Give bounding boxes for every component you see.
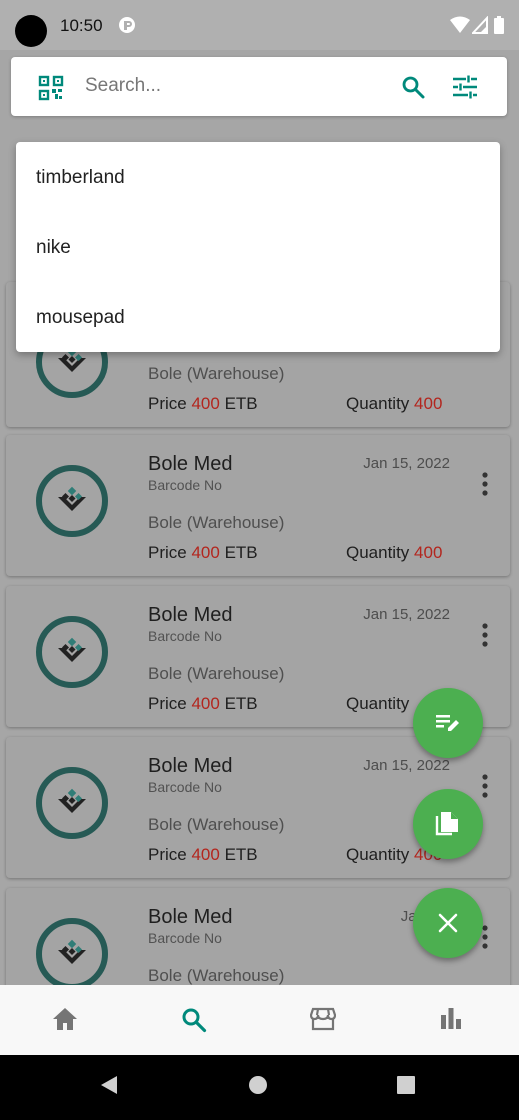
system-navigation <box>0 1055 519 1120</box>
nav-stats[interactable] <box>387 985 516 1055</box>
product-date: Jan 15, 2022 <box>363 757 450 774</box>
price-label: Price <box>148 845 187 864</box>
product-barcode: Barcode No <box>148 930 222 946</box>
more-options-icon[interactable] <box>478 773 492 799</box>
price-currency: ETB <box>224 845 258 864</box>
status-bar: 10:50 <box>0 0 519 50</box>
filter-icon[interactable] <box>452 75 478 99</box>
price-value: 400 <box>191 394 220 413</box>
bottom-navigation <box>0 985 519 1055</box>
product-location: Bole (Warehouse) <box>148 364 285 383</box>
quantity-value: 400 <box>414 394 443 413</box>
suggestion-item[interactable]: timberland <box>36 167 125 189</box>
brand-logo-icon <box>58 939 86 964</box>
qr-scan-icon[interactable] <box>38 75 64 101</box>
product-location: Bole (Warehouse) <box>148 513 285 532</box>
product-location: Bole (Warehouse) <box>148 815 285 834</box>
product-name: Bole Med <box>148 453 233 475</box>
search-icon[interactable] <box>401 75 425 99</box>
quantity-label: Quantity <box>346 845 410 864</box>
product-date: Jan 15, 2022 <box>363 455 450 472</box>
brand-logo-icon <box>58 788 86 813</box>
brand-logo-icon <box>58 486 86 511</box>
nav-home[interactable] <box>0 985 129 1055</box>
bar-chart-icon <box>441 1008 461 1029</box>
product-card[interactable]: Bole Med Barcode No Jan 15, 2022 Bole (Ware… <box>6 435 510 576</box>
more-options-icon[interactable] <box>478 471 492 497</box>
price-currency: ETB <box>224 694 258 713</box>
home-icon <box>53 1008 77 1030</box>
quantity-value: 400 <box>414 543 443 562</box>
product-quantity: Quantity <box>346 694 409 714</box>
brand-logo-icon <box>58 637 86 662</box>
product-name: Bole Med <box>148 906 233 928</box>
product-name: Bole Med <box>148 755 233 777</box>
product-location: Bole (Warehouse) <box>148 966 285 985</box>
product-location: Bole (Warehouse) <box>148 664 285 683</box>
nav-store[interactable] <box>258 985 387 1055</box>
price-value: 400 <box>191 694 220 713</box>
price-currency: ETB <box>224 543 258 562</box>
copy-icon <box>435 812 458 836</box>
search-icon <box>182 1008 207 1033</box>
product-logo <box>36 918 108 985</box>
suggestion-item[interactable]: nike <box>36 237 71 259</box>
product-price: Price 400 ETB <box>148 543 258 563</box>
notification-app-icon <box>119 17 135 33</box>
close-fab[interactable] <box>413 888 483 958</box>
price-value: 400 <box>191 543 220 562</box>
more-options-icon[interactable] <box>478 622 492 648</box>
product-price: Price 400 ETB <box>148 694 258 714</box>
edit-note-fab[interactable] <box>413 688 483 758</box>
quantity-label: Quantity <box>346 543 410 562</box>
main-screen: Bole (Warehouse) Price 400 ETB Quantity 40… <box>0 50 519 985</box>
price-value: 400 <box>191 845 220 864</box>
product-logo <box>36 616 108 688</box>
camera-cutout <box>15 15 47 47</box>
product-quantity: Quantity 400 <box>346 543 442 563</box>
product-quantity: Quantity 400 <box>346 394 442 414</box>
product-barcode: Barcode No <box>148 628 222 644</box>
suggestion-item[interactable]: mousepad <box>36 307 125 329</box>
product-name: Bole Med <box>148 604 233 626</box>
status-time: 10:50 <box>60 16 103 35</box>
price-label: Price <box>148 394 187 413</box>
product-barcode: Barcode No <box>148 477 222 493</box>
home-circle-icon[interactable] <box>248 1075 268 1095</box>
nav-search[interactable] <box>129 985 258 1055</box>
close-icon <box>438 913 458 933</box>
search-suggestions: timberland nike mousepad <box>16 142 500 352</box>
signal-icon <box>472 16 488 34</box>
price-label: Price <box>148 543 187 562</box>
price-label: Price <box>148 694 187 713</box>
quantity-label: Quantity <box>346 694 410 713</box>
product-logo <box>36 465 108 537</box>
back-icon[interactable] <box>99 1075 119 1095</box>
product-date: Jan 15, 2022 <box>363 606 450 623</box>
battery-icon <box>494 16 504 34</box>
product-barcode: Barcode No <box>148 779 222 795</box>
search-bar <box>11 57 507 116</box>
quantity-label: Quantity <box>346 394 410 413</box>
product-logo <box>36 767 108 839</box>
copy-fab[interactable] <box>413 789 483 859</box>
recents-icon[interactable] <box>397 1076 415 1094</box>
price-currency: ETB <box>224 394 258 413</box>
product-price: Price 400 ETB <box>148 845 258 865</box>
product-price: Price 400 ETB <box>148 394 258 414</box>
wifi-icon <box>450 16 470 33</box>
store-icon <box>310 1007 336 1031</box>
search-input[interactable] <box>85 69 385 103</box>
edit-note-icon <box>436 715 459 731</box>
